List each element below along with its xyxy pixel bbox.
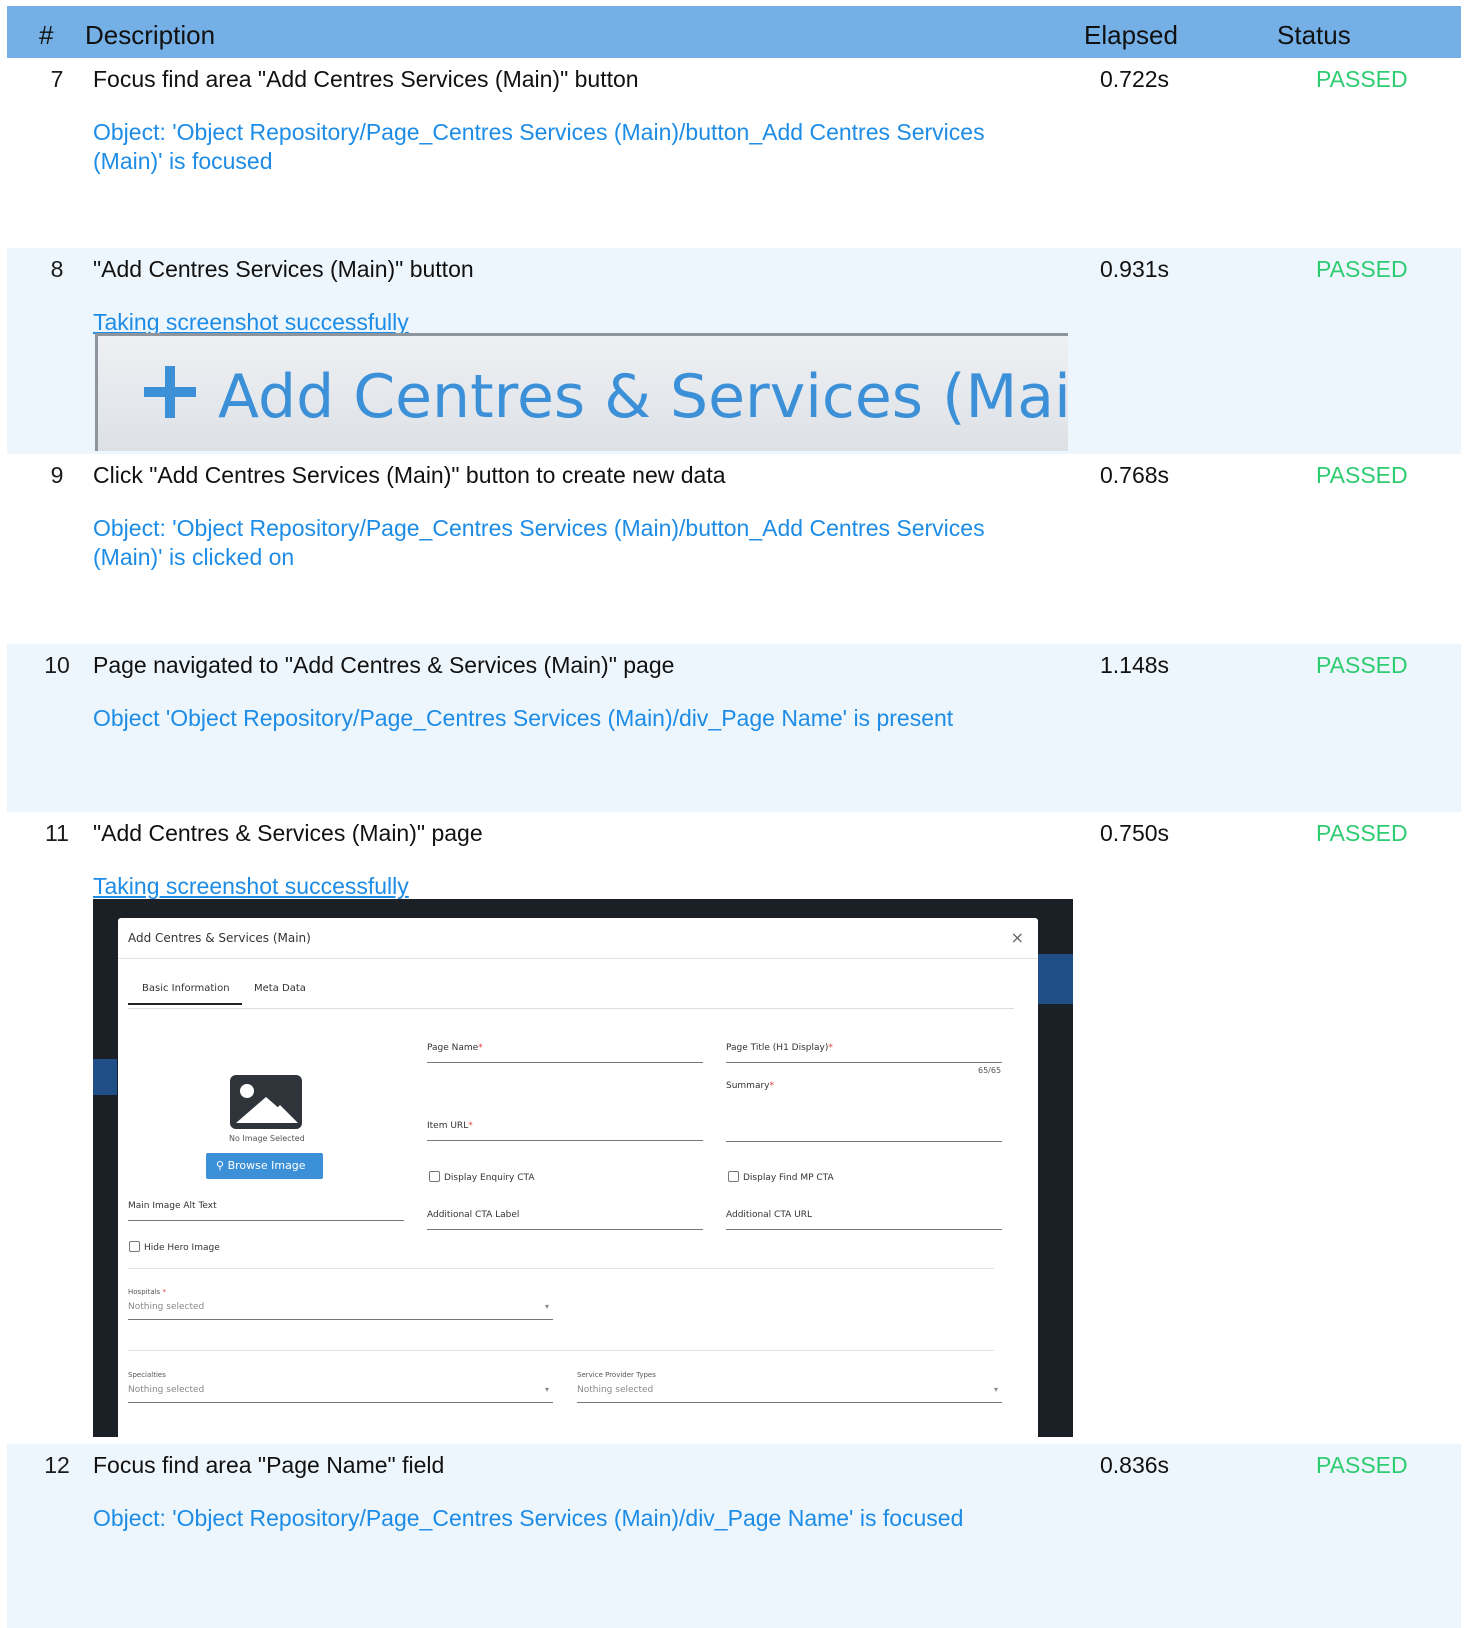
step-message-link[interactable]: Taking screenshot successfully — [93, 872, 1053, 901]
chevron-down-icon: ▾ — [544, 1302, 549, 1311]
required-mark: * — [468, 1121, 473, 1131]
display-enquiry-checkbox[interactable]: Display Enquiry CTA — [429, 1171, 534, 1183]
service-provider-label: Service Provider Types — [577, 1371, 656, 1379]
step-elapsed: 0.836s — [1100, 1452, 1170, 1478]
step-status: PASSED — [1316, 256, 1408, 282]
header-num: # — [39, 20, 54, 50]
hospitals-label: Hospitals * — [128, 1288, 166, 1296]
background-panel — [93, 1059, 117, 1095]
step-num: 10 — [44, 652, 70, 678]
search-icon: ⚲ — [216, 1159, 225, 1172]
step-status: PASSED — [1316, 1452, 1408, 1478]
screenshot-add-button: Add Centres & Services (Main) — [95, 333, 1068, 451]
step-desc: "Add Centres & Services (Main)" page — [93, 820, 483, 846]
service-provider-select[interactable]: Nothing selected ▾ — [577, 1385, 1002, 1403]
page-title-label: Page Title (H1 Display) — [726, 1043, 829, 1053]
checkbox-icon — [129, 1241, 140, 1252]
step-desc: "Add Centres Services (Main)" button — [93, 256, 474, 282]
specialties-label: Specialties — [128, 1371, 166, 1379]
header-description: Description — [85, 20, 216, 50]
no-image-text: No Image Selected — [229, 1134, 305, 1143]
step-num: 12 — [44, 1452, 70, 1478]
checkbox-icon — [429, 1171, 440, 1182]
add-centres-modal: Add Centres & Services (Main) × Basic In… — [118, 918, 1038, 1437]
header-elapsed: Elapsed — [1084, 20, 1178, 50]
required-mark: * — [828, 1043, 833, 1053]
step-row-12: 12 Focus find area "Page Name" field 0.8… — [7, 1444, 1461, 1628]
divider — [118, 958, 1038, 959]
step-elapsed: 0.750s — [1100, 820, 1170, 846]
page-title-field[interactable]: Page Title (H1 Display)* — [726, 1043, 1002, 1063]
summary-label: Summary* — [726, 1081, 774, 1091]
divider — [128, 1350, 994, 1351]
tab-meta-data[interactable]: Meta Data — [254, 983, 306, 994]
close-icon[interactable]: × — [1011, 928, 1024, 947]
summary-textarea[interactable] — [726, 1096, 1002, 1142]
display-find-mp-checkbox[interactable]: Display Find MP CTA — [728, 1171, 834, 1183]
step-status: PASSED — [1316, 462, 1408, 488]
step-row-11: 11 "Add Centres & Services (Main)" page … — [7, 812, 1461, 1444]
step-row-7: 7 Focus find area "Add Centres Services … — [7, 58, 1461, 248]
modal-tabs: Basic Information Meta Data — [128, 973, 1014, 1009]
header-status: Status — [1277, 20, 1351, 50]
image-placeholder-icon — [230, 1075, 302, 1129]
step-row-8: 8 "Add Centres Services (Main)" button 0… — [7, 248, 1461, 454]
step-message: Object: 'Object Repository/Page_Centres … — [93, 1505, 964, 1531]
step-desc: Focus find area "Add Centres Services (M… — [93, 66, 639, 92]
step-status: PASSED — [1316, 652, 1408, 678]
step-num: 9 — [50, 462, 64, 488]
divider — [128, 1268, 994, 1269]
step-status: PASSED — [1316, 820, 1408, 846]
step-elapsed: 0.768s — [1100, 462, 1170, 488]
chevron-down-icon: ▾ — [544, 1385, 549, 1394]
main-image-alt-field[interactable]: Main Image Alt Text — [128, 1201, 404, 1221]
plus-icon — [144, 366, 196, 418]
browse-image-label: Browse Image — [227, 1159, 306, 1172]
modal-title: Add Centres & Services (Main) — [128, 931, 311, 945]
additional-cta-label-field[interactable]: Additional CTA Label — [427, 1210, 703, 1230]
step-num: 7 — [50, 66, 64, 92]
step-message: Object: 'Object Repository/Page_Centres … — [93, 119, 985, 174]
chevron-down-icon: ▾ — [993, 1385, 998, 1394]
step-elapsed: 0.722s — [1100, 66, 1170, 92]
step-message: Object 'Object Repository/Page_Centres S… — [93, 705, 954, 731]
browse-image-button[interactable]: ⚲ Browse Image — [206, 1153, 323, 1179]
hide-hero-image-checkbox[interactable]: Hide Hero Image — [129, 1241, 220, 1253]
item-url-field[interactable]: Item URL* — [427, 1121, 703, 1141]
step-status: PASSED — [1316, 66, 1408, 92]
screenshot-add-page: Add Centres & Services (Main) × Basic In… — [93, 899, 1073, 1437]
step-row-10: 10 Page navigated to "Add Centres & Serv… — [7, 644, 1461, 812]
screenshot-button-label: Add Centres & Services (Main) — [218, 362, 1068, 432]
step-desc: Click "Add Centres Services (Main)" butt… — [93, 462, 726, 488]
step-desc: Focus find area "Page Name" field — [93, 1452, 445, 1478]
page-name-field[interactable]: Page Name* — [427, 1043, 703, 1063]
step-num: 8 — [50, 256, 64, 282]
hospitals-select[interactable]: Nothing selected ▾ — [128, 1302, 553, 1320]
background-panel — [1033, 954, 1073, 1004]
page-name-label: Page Name — [427, 1043, 479, 1053]
additional-cta-url-field[interactable]: Additional CTA URL — [726, 1210, 1002, 1230]
item-url-label: Item URL — [427, 1121, 469, 1131]
required-mark: * — [478, 1043, 483, 1053]
specialties-select[interactable]: Nothing selected ▾ — [128, 1385, 553, 1403]
step-num: 11 — [45, 820, 69, 846]
step-desc: Page navigated to "Add Centres & Service… — [93, 652, 675, 678]
checkbox-icon — [728, 1171, 739, 1182]
table-header: # Description Elapsed Status — [7, 6, 1461, 58]
step-row-9: 9 Click "Add Centres Services (Main)" bu… — [7, 454, 1461, 644]
step-elapsed: 0.931s — [1100, 256, 1170, 282]
tab-basic-information[interactable]: Basic Information — [128, 983, 242, 1005]
step-message: Object: 'Object Repository/Page_Centres … — [93, 515, 985, 570]
char-counter: 65/65 — [978, 1066, 1002, 1075]
step-elapsed: 1.148s — [1100, 652, 1170, 678]
